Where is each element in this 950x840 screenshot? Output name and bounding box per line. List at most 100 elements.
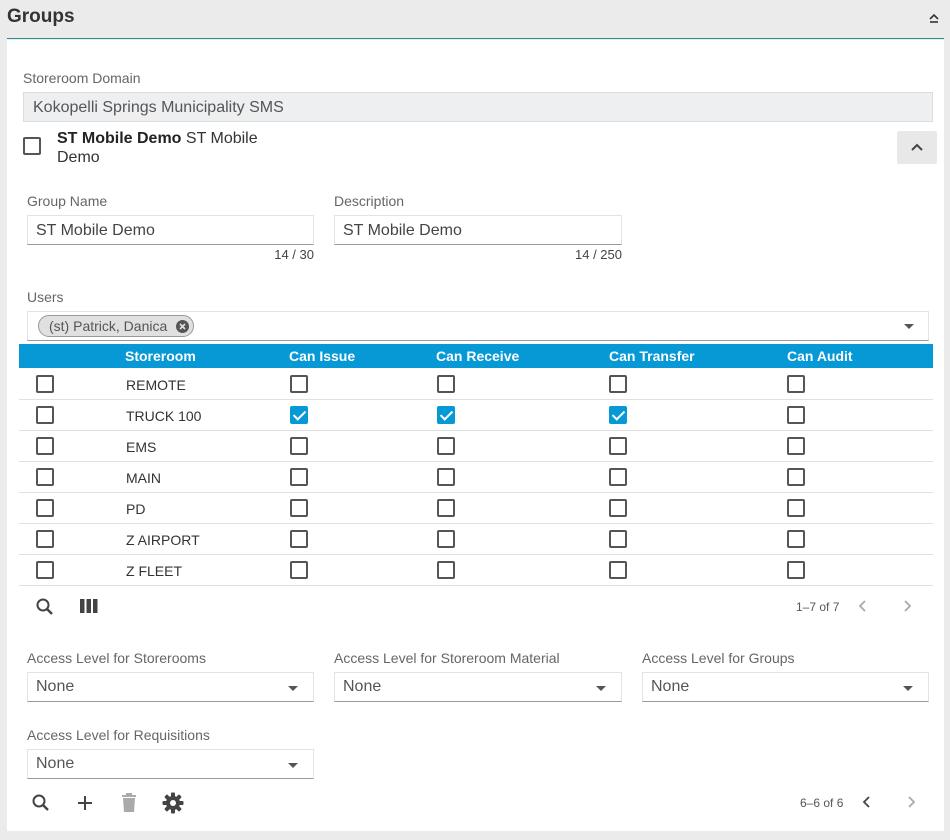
can-receive-checkbox[interactable] [437,468,455,486]
row-select-checkbox[interactable] [36,561,54,579]
access-material-label: Access Level for Storeroom Material [334,650,560,666]
row-select-checkbox[interactable] [36,406,54,424]
search-icon[interactable] [35,597,55,617]
storeroom-name: REMOTE [126,377,186,393]
description-counter: 14 / 250 [575,247,622,262]
can-audit-checkbox[interactable] [787,375,805,393]
can-audit-checkbox[interactable] [787,561,805,579]
page-title: Groups [7,6,75,27]
group-select-checkbox[interactable] [23,137,41,155]
columns-icon[interactable] [80,599,98,613]
user-chip: (st) Patrick, Danica [38,315,194,337]
dropdown-arrow-icon [596,686,606,691]
can-transfer-checkbox[interactable] [609,530,627,548]
can-transfer-checkbox[interactable] [609,561,627,579]
can-audit-checkbox[interactable] [787,468,805,486]
storeroom-name: Z AIRPORT [126,532,200,548]
chevron-left-icon[interactable] [860,795,874,809]
dropdown-arrow-icon [288,763,298,768]
group-title-bold: ST Mobile Demo [57,130,182,147]
row-select-checkbox[interactable] [36,468,54,486]
can-issue-checkbox[interactable] [290,437,308,455]
search-icon[interactable] [31,793,51,813]
row-select-checkbox[interactable] [36,499,54,517]
storeroom-name: TRUCK 100 [126,408,202,424]
storeroom-name: EMS [126,439,157,455]
can-audit-checkbox[interactable] [787,530,805,548]
chevron-right-icon[interactable] [900,599,914,613]
dropdown-arrow-icon [288,686,298,691]
gear-icon[interactable] [162,792,184,814]
column-header-can-receive[interactable]: Can Receive [436,348,519,364]
can-transfer-checkbox[interactable] [609,437,627,455]
can-receive-checkbox[interactable] [437,437,455,455]
can-transfer-checkbox[interactable] [609,499,627,517]
access-storerooms-label: Access Level for Storerooms [27,650,206,666]
can-receive-checkbox[interactable] [437,561,455,579]
description-label: Description [334,193,405,209]
table-row: EMS [19,431,933,462]
description-input[interactable]: ST Mobile Demo [334,215,622,245]
user-chip-label: (st) Patrick, Danica [49,318,168,334]
grid-pager-text: 1–7 of 7 [796,600,840,614]
can-audit-checkbox[interactable] [787,499,805,517]
can-transfer-checkbox[interactable] [609,375,627,393]
can-receive-checkbox[interactable] [437,375,455,393]
access-requisitions-select[interactable]: None [27,749,314,779]
row-select-checkbox[interactable] [36,375,54,393]
group-name-input[interactable]: ST Mobile Demo [27,215,314,245]
collapse-group-button[interactable] [897,131,937,164]
storeroom-grid-header: Storeroom Can Issue Can Receive Can Tran… [19,344,933,368]
can-issue-checkbox[interactable] [290,499,308,517]
can-audit-checkbox[interactable] [787,406,805,424]
can-audit-checkbox[interactable] [787,437,805,455]
can-issue-checkbox[interactable] [290,406,308,424]
row-select-checkbox[interactable] [36,530,54,548]
group-name-counter: 14 / 30 [274,247,314,262]
row-select-checkbox[interactable] [36,437,54,455]
access-material-value: None [343,678,382,695]
storeroom-name: PD [126,501,146,517]
can-receive-checkbox[interactable] [437,530,455,548]
can-issue-checkbox[interactable] [290,561,308,579]
can-receive-checkbox[interactable] [437,406,455,424]
can-transfer-checkbox[interactable] [609,406,627,424]
table-row: PD [19,493,933,524]
table-row: Z AIRPORT [19,524,933,555]
chevron-up-icon [911,143,923,151]
chevron-right-icon[interactable] [904,795,918,809]
users-label: Users [27,289,64,305]
dropdown-arrow-icon [903,686,913,691]
access-requisitions-label: Access Level for Requisitions [27,727,210,743]
table-row: TRUCK 100 [19,400,933,431]
access-groups-select[interactable]: None [642,672,929,702]
table-row: REMOTE [19,369,933,400]
group-title: ST Mobile Demo ST Mobile Demo [57,129,267,167]
add-icon[interactable] [76,794,94,812]
table-row: MAIN [19,462,933,493]
dropdown-arrow-icon[interactable] [904,324,914,329]
can-issue-checkbox[interactable] [290,375,308,393]
column-header-can-issue[interactable]: Can Issue [289,348,355,364]
collapse-icon[interactable] [926,10,942,26]
column-header-can-audit[interactable]: Can Audit [787,348,853,364]
can-issue-checkbox[interactable] [290,468,308,486]
can-issue-checkbox[interactable] [290,530,308,548]
access-storerooms-value: None [36,678,75,695]
access-groups-label: Access Level for Groups [642,650,795,666]
access-material-select[interactable]: None [334,672,622,702]
panel-header: Groups [0,0,950,38]
access-storerooms-select[interactable]: None [27,672,314,702]
chevron-left-icon[interactable] [856,599,870,613]
close-circle-icon[interactable] [176,320,189,333]
column-header-storeroom[interactable]: Storeroom [125,348,196,364]
groups-pager-text: 6–6 of 6 [800,796,844,810]
can-transfer-checkbox[interactable] [609,468,627,486]
storeroom-name: MAIN [126,470,161,486]
users-select[interactable]: (st) Patrick, Danica [27,311,929,341]
column-header-can-transfer[interactable]: Can Transfer [609,348,695,364]
can-receive-checkbox[interactable] [437,499,455,517]
storeroom-name: Z FLEET [126,563,183,579]
trash-icon[interactable] [121,793,137,812]
access-groups-value: None [651,678,690,695]
